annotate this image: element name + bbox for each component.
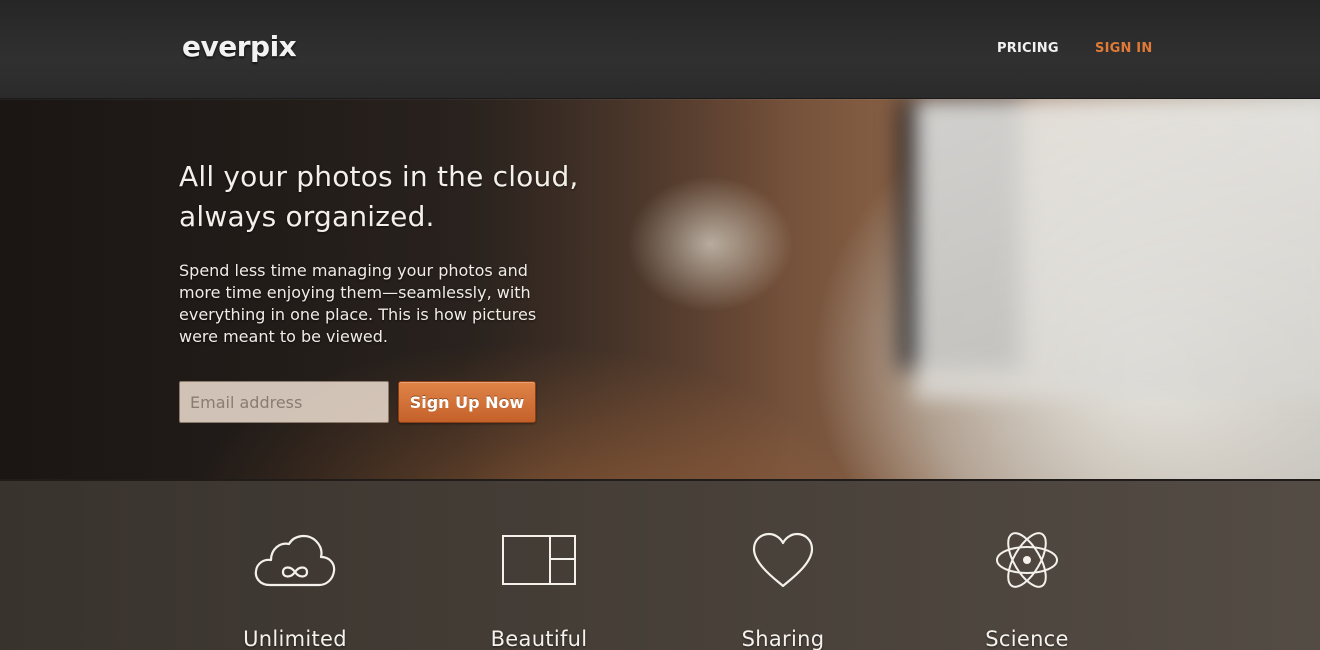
heart-icon: [738, 525, 828, 595]
email-field[interactable]: [179, 381, 389, 423]
atom-icon: [982, 525, 1072, 595]
feature-label: Sharing: [741, 627, 825, 650]
hero-tagline: Spend less time managing your photos and…: [179, 261, 537, 346]
feature-unlimited: Unlimited: [185, 481, 405, 650]
feature-beautiful: Beautiful: [429, 481, 649, 650]
hero-headline: All your photos in the cloud, always org…: [179, 160, 579, 233]
features-band: Unlimited Beautiful Sharing Science: [0, 479, 1320, 650]
layout-grid-icon: [494, 525, 584, 595]
feature-label: Beautiful: [490, 627, 588, 650]
nav-pricing-link[interactable]: PRICING: [997, 41, 1059, 56]
logo[interactable]: everpix: [182, 30, 297, 63]
top-bar: everpix PRICING SIGN IN: [0, 0, 1320, 99]
nav-sign-in-link[interactable]: SIGN IN: [1095, 41, 1152, 56]
feature-label: Science: [985, 627, 1069, 650]
sign-up-button[interactable]: Sign Up Now: [398, 381, 536, 423]
feature-science: Science: [917, 481, 1137, 650]
cloud-infinity-icon: [250, 525, 340, 595]
feature-sharing: Sharing: [673, 481, 893, 650]
feature-label: Unlimited: [243, 627, 347, 650]
